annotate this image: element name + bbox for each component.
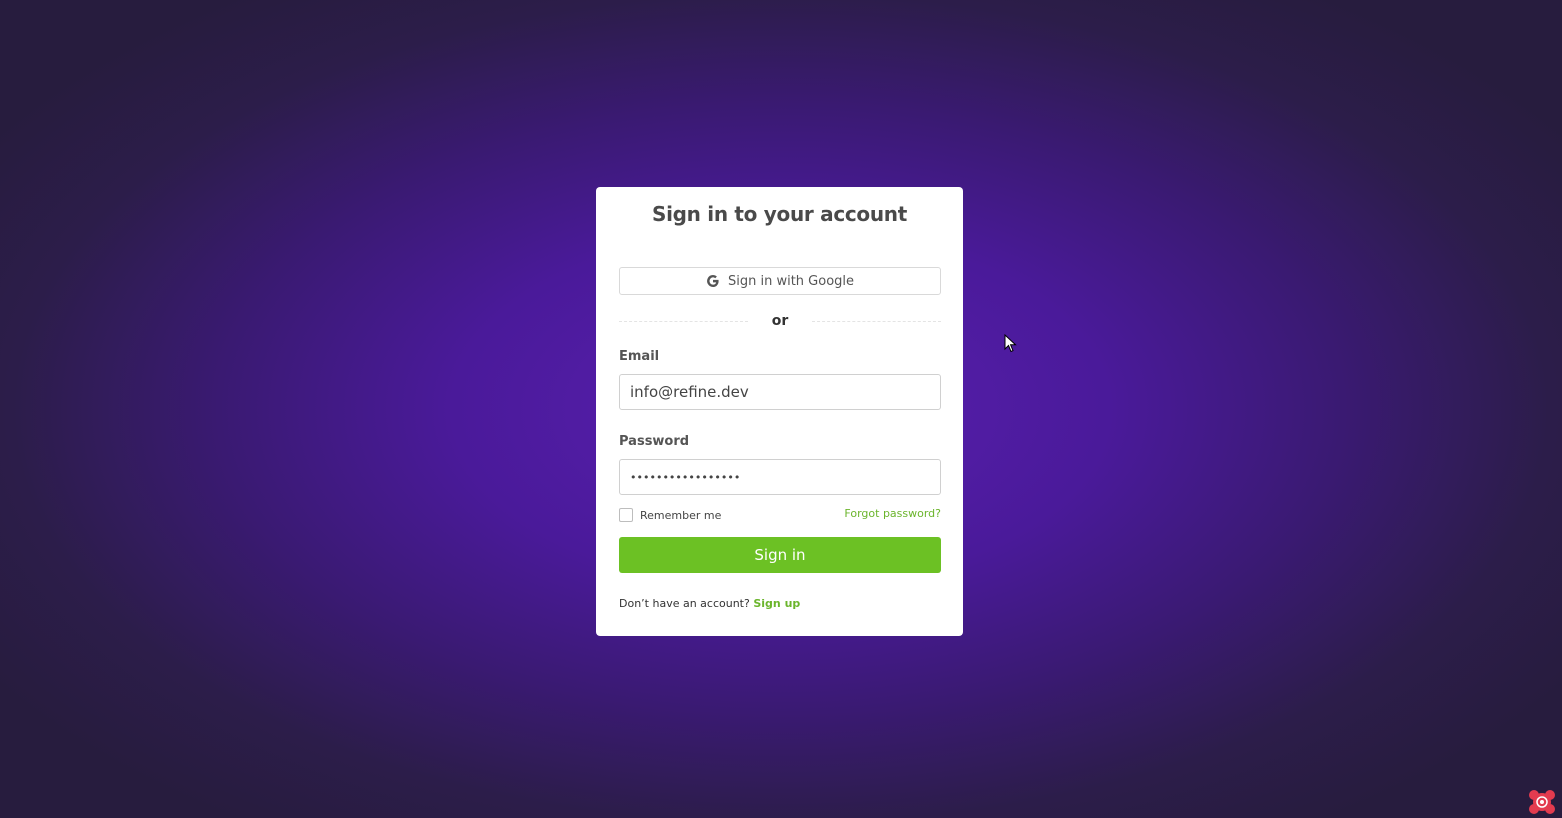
email-field[interactable]: [619, 374, 941, 410]
devtools-icon[interactable]: [1525, 786, 1559, 818]
divider-text: or: [771, 313, 789, 329]
remember-me-checkbox[interactable]: [619, 508, 633, 522]
divider-line-right: [812, 320, 941, 322]
signin-button[interactable]: Sign in: [619, 537, 941, 573]
email-label: Email: [619, 349, 660, 364]
google-signin-label: Sign in with Google: [727, 273, 855, 289]
signup-row: Don’t have an account? Sign up: [619, 597, 800, 610]
google-icon: [707, 275, 719, 287]
mouse-cursor-icon: [1004, 334, 1017, 353]
signup-link[interactable]: Sign up: [753, 597, 800, 610]
login-card: Sign in to your account Sign in with Goo…: [596, 187, 963, 636]
password-field[interactable]: [619, 459, 941, 495]
google-signin-button[interactable]: Sign in with Google: [619, 267, 941, 295]
remember-me-label: Remember me: [640, 508, 722, 522]
divider-line-left: [619, 320, 748, 322]
password-label: Password: [619, 434, 690, 449]
signup-prompt: Don’t have an account?: [619, 597, 750, 610]
or-divider: or: [619, 312, 941, 330]
remember-me[interactable]: Remember me: [619, 508, 721, 522]
page-title: Sign in to your account: [651, 202, 908, 226]
forgot-password-link[interactable]: Forgot password?: [844, 507, 941, 520]
